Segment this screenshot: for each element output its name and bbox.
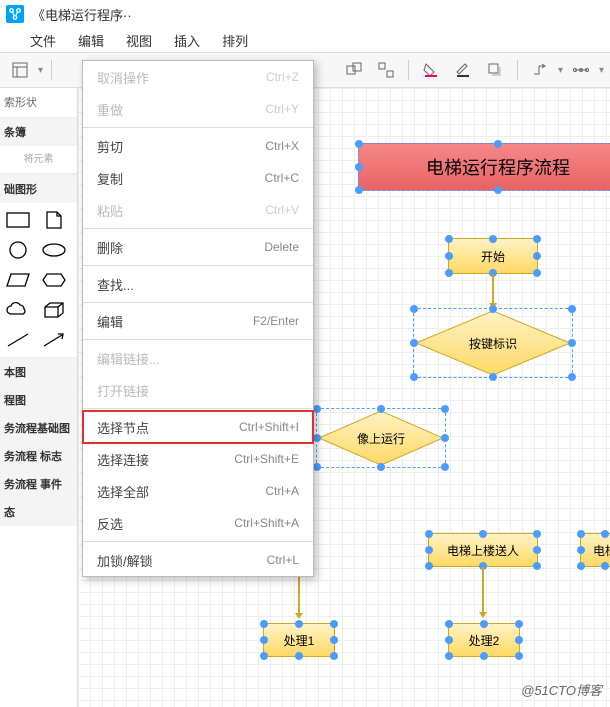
node-p1[interactable]: 处理1	[263, 623, 335, 657]
sidebar: 索形状 条簿 将元素 础图形 本图 程图 务流程基础图 务流程 标志 务流程	[0, 88, 78, 707]
sidebar-cat-2[interactable]: 务流程基础图	[0, 414, 77, 442]
node-key-id[interactable]: 按键标识	[413, 308, 573, 378]
ctx-打开链接: 打开链接	[83, 374, 313, 406]
shape-search[interactable]: 索形状	[0, 88, 77, 118]
shape-rect[interactable]	[2, 207, 34, 233]
ctx-编辑[interactable]: 编辑F2/Enter	[83, 305, 313, 337]
shape-arrow[interactable]	[38, 327, 70, 353]
ctx-加锁/解锁[interactable]: 加锁/解锁Ctrl+L	[83, 544, 313, 576]
sidebar-group-scratch[interactable]: 条簿	[0, 118, 77, 146]
node-elev-up[interactable]: 电梯上楼送人	[428, 533, 538, 567]
layout-button[interactable]	[6, 56, 34, 84]
ctx-查找...[interactable]: 查找...	[83, 268, 313, 300]
node-start[interactable]: 开始	[448, 238, 538, 274]
ctx-粘贴: 粘贴Ctrl+V	[83, 194, 313, 226]
shape-circle[interactable]	[2, 237, 34, 263]
ctx-删除[interactable]: 删除Delete	[83, 231, 313, 263]
menu-arrange[interactable]: 排列	[222, 31, 248, 50]
shadow-button[interactable]	[481, 56, 509, 84]
ctx-选择连接[interactable]: 选择连接Ctrl+Shift+E	[83, 443, 313, 475]
watermark: @51CTO博客	[521, 680, 602, 699]
node-elev2[interactable]: 电梯	[580, 533, 610, 567]
shape-cloud[interactable]	[2, 297, 34, 323]
ctx-选择全部[interactable]: 选择全部Ctrl+A	[83, 475, 313, 507]
node-title[interactable]: 电梯运行程序流程	[358, 143, 610, 191]
shape-ellipse[interactable]	[38, 237, 70, 263]
shape-hexagon[interactable]	[38, 267, 70, 293]
ctx-选择节点[interactable]: 选择节点Ctrl+Shift+I	[83, 411, 313, 443]
context-menu: 取消操作Ctrl+Z重做Ctrl+Y 剪切Ctrl+X复制Ctrl+C粘贴Ctrl…	[82, 60, 314, 577]
menu-insert[interactable]: 插入	[174, 31, 200, 50]
app-logo	[6, 5, 24, 23]
waypoint-button[interactable]	[567, 56, 595, 84]
menubar: 文件 编辑 视图 插入 排列	[0, 28, 610, 52]
shape-cube[interactable]	[38, 297, 70, 323]
menu-file[interactable]: 文件	[30, 31, 56, 50]
node-p2[interactable]: 处理2	[448, 623, 520, 657]
menu-view[interactable]: 视图	[126, 31, 152, 50]
ctx-复制[interactable]: 复制Ctrl+C	[83, 162, 313, 194]
sidebar-drop-hint: 将元素	[0, 146, 77, 174]
ctx-取消操作: 取消操作Ctrl+Z	[83, 61, 313, 93]
shape-page[interactable]	[38, 207, 70, 233]
ctx-剪切[interactable]: 剪切Ctrl+X	[83, 130, 313, 162]
sidebar-cat-1[interactable]: 程图	[0, 386, 77, 414]
shape-line[interactable]	[2, 327, 34, 353]
sidebar-cat-0[interactable]: 本图	[0, 358, 77, 386]
sidebar-cat-5[interactable]: 态	[0, 498, 77, 526]
ctx-重做: 重做Ctrl+Y	[83, 93, 313, 125]
sidebar-group-basic[interactable]: 础图形	[0, 175, 77, 203]
connector-button[interactable]	[526, 56, 554, 84]
fill-color-button[interactable]	[417, 56, 445, 84]
line-color-button[interactable]	[449, 56, 477, 84]
ctx-编辑链接...: 编辑链接...	[83, 342, 313, 374]
window-title: 《电梯运行程序··	[32, 5, 132, 24]
shape-parallelogram[interactable]	[2, 267, 34, 293]
group-button[interactable]	[340, 56, 368, 84]
node-up[interactable]: 像上运行	[316, 408, 446, 468]
sidebar-cat-3[interactable]: 务流程 标志	[0, 442, 77, 470]
menu-edit[interactable]: 编辑	[78, 31, 104, 50]
ungroup-button[interactable]	[372, 56, 400, 84]
sidebar-cat-4[interactable]: 务流程 事件	[0, 470, 77, 498]
ctx-反选[interactable]: 反选Ctrl+Shift+A	[83, 507, 313, 539]
